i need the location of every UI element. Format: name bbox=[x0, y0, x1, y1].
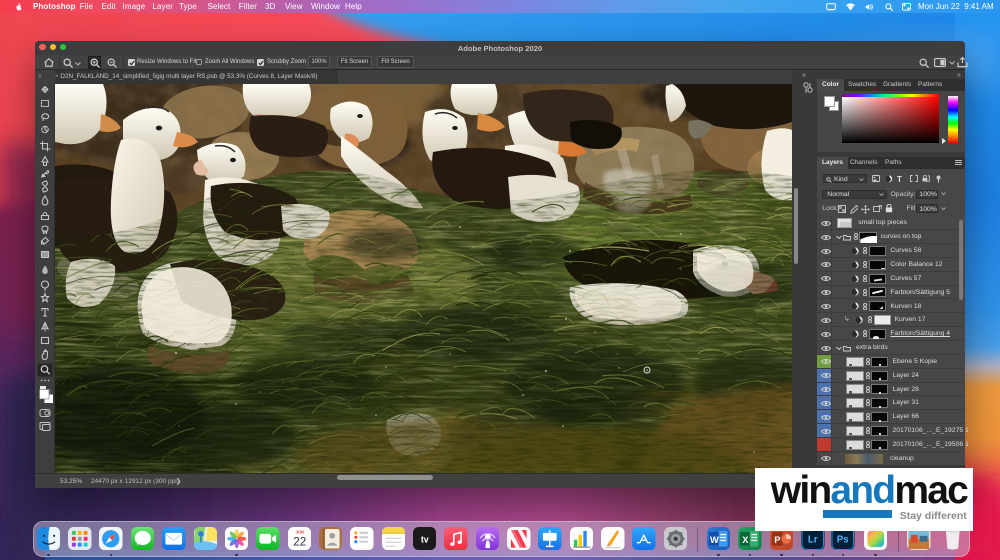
svg-text:W: W bbox=[710, 535, 719, 545]
svg-text:JUN: JUN bbox=[295, 529, 303, 534]
svg-text:Ps: Ps bbox=[837, 534, 850, 545]
svg-text:Lr: Lr bbox=[808, 534, 818, 545]
svg-text:X: X bbox=[742, 535, 749, 545]
svg-text:tv: tv bbox=[421, 534, 429, 544]
svg-text:22: 22 bbox=[293, 535, 306, 548]
svg-text:P: P bbox=[774, 535, 780, 545]
